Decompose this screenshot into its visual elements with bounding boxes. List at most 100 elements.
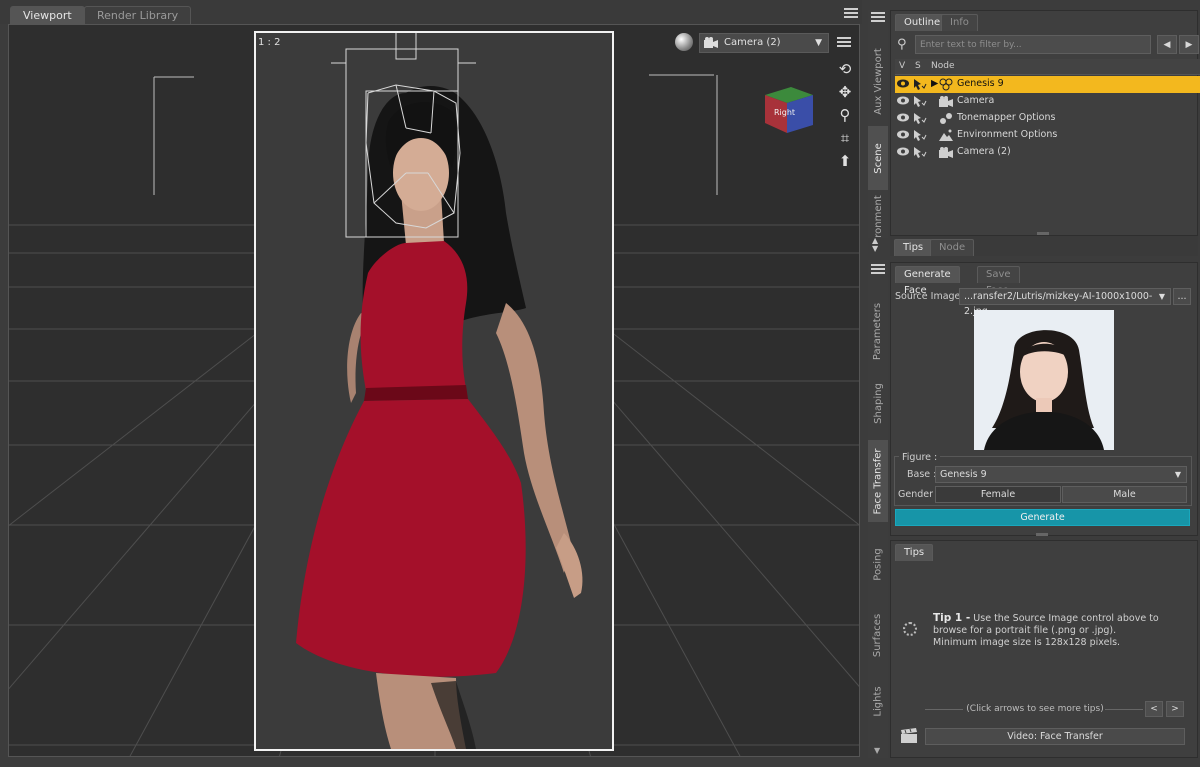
loading-spinner-icon bbox=[903, 622, 917, 636]
camera-icon bbox=[939, 96, 953, 107]
figure-icon bbox=[939, 78, 953, 91]
tree-row-tonemapper-options[interactable]: Tonemapper Options bbox=[895, 110, 1200, 127]
node-label: Camera (2) bbox=[957, 146, 1011, 157]
tab-info[interactable]: Info bbox=[941, 14, 978, 31]
frame-icon[interactable]: ⌗ bbox=[835, 128, 855, 148]
base-select[interactable]: Genesis 9 ▼ bbox=[935, 466, 1187, 483]
tab-shaping[interactable]: Shaping bbox=[868, 368, 888, 438]
chevron-down-icon: ▼ bbox=[1158, 292, 1165, 301]
tab-viewport[interactable]: Viewport bbox=[10, 6, 85, 24]
eye-icon[interactable] bbox=[897, 96, 909, 105]
expand-arrow-icon[interactable]: ▶ bbox=[931, 78, 938, 89]
tab-node[interactable]: Node bbox=[930, 239, 975, 256]
tab-tips[interactable]: Tips bbox=[894, 239, 933, 256]
tab-parameters[interactable]: Parameters bbox=[868, 282, 888, 380]
splitter-handle[interactable] bbox=[1037, 232, 1049, 235]
view-cube-icon[interactable]: Right bbox=[757, 77, 819, 139]
upper-panel-menu-icon[interactable] bbox=[871, 12, 885, 24]
selectable-cursor-icon[interactable] bbox=[913, 78, 927, 90]
tree-header: V S Node bbox=[895, 59, 1200, 75]
base-label: Base : bbox=[907, 469, 937, 480]
video-clapper-icon bbox=[901, 728, 917, 743]
tab-save-face[interactable]: Save Face bbox=[977, 266, 1020, 296]
tab-surfaces[interactable]: Surfaces bbox=[868, 600, 888, 670]
node-label: Camera bbox=[957, 95, 995, 106]
filter-bar: ⚲ ◀ ▶ bbox=[895, 35, 1199, 55]
tab-aux-viewport[interactable]: Aux Viewport bbox=[868, 40, 888, 122]
viewport-panel-menu-icon[interactable] bbox=[844, 8, 858, 20]
lower-panel-menu-icon[interactable] bbox=[871, 264, 885, 276]
video-face-transfer-button[interactable]: Video: Face Transfer bbox=[925, 728, 1185, 745]
gender-male-button[interactable]: Male bbox=[1062, 486, 1187, 503]
selectable-cursor-icon[interactable] bbox=[913, 95, 927, 107]
next-tip-button[interactable]: > bbox=[1166, 701, 1184, 717]
chevron-down-icon: ▼ bbox=[1174, 470, 1181, 479]
base-value: Genesis 9 bbox=[940, 469, 987, 480]
tab-posing[interactable]: Posing bbox=[868, 536, 888, 592]
draw-style-sphere-icon[interactable] bbox=[675, 33, 693, 51]
camera-icon bbox=[939, 147, 953, 158]
tree-row-camera-2[interactable]: Camera (2) bbox=[895, 144, 1200, 161]
selectable-cursor-icon[interactable] bbox=[913, 112, 927, 124]
environment-icon bbox=[939, 129, 953, 141]
column-node[interactable]: Node bbox=[931, 61, 955, 71]
tree-row-genesis-9[interactable]: ▶ Genesis 9 bbox=[895, 76, 1200, 93]
eye-icon[interactable] bbox=[897, 113, 909, 122]
view-cube-label: Right bbox=[774, 108, 795, 117]
generate-button[interactable]: Generate bbox=[895, 509, 1190, 526]
pan-icon[interactable]: ✥ bbox=[835, 82, 855, 102]
tree-row-camera[interactable]: Camera bbox=[895, 93, 1200, 110]
source-image-select[interactable]: ...ransfer2/Lutris/mizkey-AI-1000x1000-2… bbox=[959, 288, 1171, 317]
column-visible[interactable]: V bbox=[899, 61, 905, 71]
selectable-cursor-icon[interactable] bbox=[913, 146, 927, 158]
divider bbox=[1105, 709, 1143, 710]
tab-face-transfer[interactable]: Face Transfer bbox=[868, 440, 888, 522]
column-selectable[interactable]: S bbox=[915, 61, 921, 71]
tab-environment[interactable]: ronment bbox=[868, 194, 888, 238]
scene-panel: Outline Info ⚲ ◀ ▶ V S Node ▶ Genesis 9 … bbox=[890, 10, 1200, 236]
gender-label: Gender : bbox=[898, 489, 940, 500]
eye-icon[interactable] bbox=[897, 79, 909, 88]
tab-scene[interactable]: Scene bbox=[868, 126, 888, 190]
scroll-down-icon[interactable]: ▼ bbox=[874, 746, 880, 755]
source-portrait-image bbox=[974, 310, 1114, 450]
orbit-icon[interactable]: ⟲ bbox=[835, 59, 855, 79]
tip-text: Tip 1 - Use the Source Image control abo… bbox=[933, 612, 1163, 649]
browse-button[interactable]: ... bbox=[1173, 288, 1191, 305]
filter-prev-button[interactable]: ◀ bbox=[1157, 35, 1177, 54]
tab-render-library[interactable]: Render Library bbox=[84, 6, 192, 24]
render-frame bbox=[254, 31, 614, 751]
upper-side-tab-strip: Aux Viewport Scene ronment bbox=[868, 10, 888, 238]
figure-group-label: Figure : bbox=[899, 452, 941, 463]
eye-icon[interactable] bbox=[897, 130, 909, 139]
tips-panel: Tips bbox=[890, 540, 1198, 758]
reset-view-icon[interactable]: ⬆ bbox=[835, 151, 855, 171]
3d-viewport[interactable]: 1 : 2 Camera (2) ▼ Right ⟲ ✥ ⚲ ⌗ ⬆ bbox=[8, 24, 860, 757]
selectable-cursor-icon[interactable] bbox=[913, 129, 927, 141]
scroll-arrows-icon[interactable]: ▲ ▼ bbox=[872, 237, 878, 253]
daz-studio-window: Viewport Render Library 1: 2 Camera (2)… bbox=[0, 0, 1200, 767]
tonemapper-icon bbox=[940, 113, 952, 124]
node-label: Tonemapper Options bbox=[957, 112, 1056, 123]
viewport-options-menu-icon[interactable] bbox=[837, 37, 851, 49]
viewport-tool-column: ⟲ ✥ ⚲ ⌗ ⬆ bbox=[835, 59, 857, 174]
tab-tips-active[interactable]: Tips bbox=[895, 544, 934, 561]
filter-input[interactable] bbox=[915, 35, 1151, 54]
camera-select[interactable]: Camera (2) ▼ bbox=[699, 33, 829, 53]
prev-tip-button[interactable]: < bbox=[1145, 701, 1163, 717]
lower-side-tab-strip: Parameters Shaping Face Transfer Posing … bbox=[868, 260, 888, 758]
chevron-down-icon: ▼ bbox=[815, 38, 822, 48]
tab-generate-face[interactable]: Generate Face bbox=[895, 266, 960, 296]
gender-female-button[interactable]: Female bbox=[935, 486, 1061, 503]
tree-row-environment-options[interactable]: Environment Options bbox=[895, 127, 1200, 144]
eye-icon[interactable] bbox=[897, 147, 909, 156]
tab-lights[interactable]: Lights bbox=[868, 676, 888, 726]
search-icon: ⚲ bbox=[897, 37, 907, 52]
camera-wireframe bbox=[331, 33, 476, 238]
zoom-icon[interactable]: ⚲ bbox=[835, 105, 855, 125]
info-tab-bar: Tips Node bbox=[890, 236, 1198, 256]
tip-title: Tip 1 - bbox=[933, 612, 971, 624]
filter-next-button[interactable]: ▶ bbox=[1179, 35, 1199, 54]
viewport-tab-bar: Viewport Render Library bbox=[0, 0, 862, 24]
splitter-handle[interactable] bbox=[1036, 533, 1048, 536]
